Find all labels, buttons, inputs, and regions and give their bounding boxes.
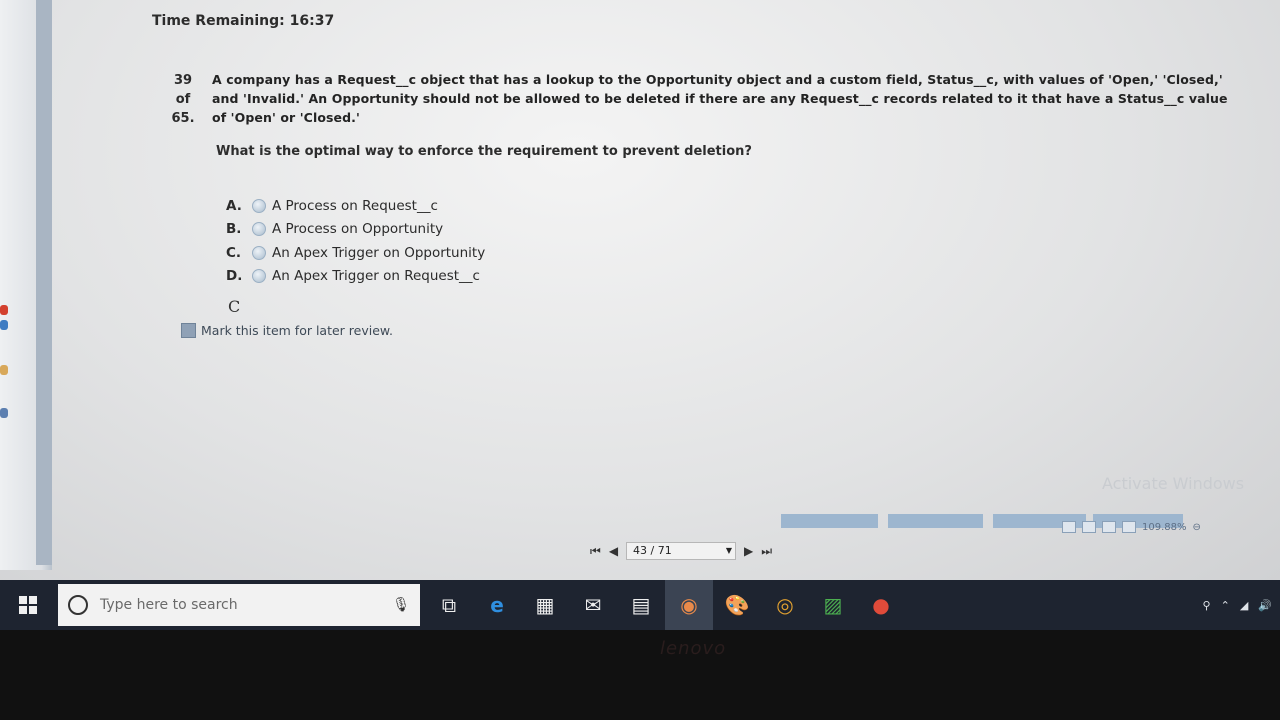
answer-options: A. A Process on Request__c B. A Process … [226, 194, 485, 288]
system-tray: ⚲ ⌃ ◢ 🔊 [1203, 580, 1272, 630]
mail-icon[interactable]: ✉ [569, 580, 617, 630]
option-label: A Process on Opportunity [272, 221, 444, 238]
left-side-panel [0, 0, 52, 570]
network-icon[interactable]: ◢ [1240, 599, 1248, 612]
chevron-up-icon[interactable]: ⌃ [1221, 599, 1230, 612]
answer-note: C [228, 297, 241, 316]
question-number: 39 of 65. [171, 73, 195, 126]
zoom-level: 109.88% [1142, 521, 1187, 533]
people-icon[interactable]: ⚲ [1203, 599, 1211, 612]
question-line: A company has a Request__c object that h… [212, 72, 1223, 87]
next-page-icon[interactable]: ▶ [744, 544, 753, 558]
option-letter: A. [226, 197, 242, 214]
chrome-icon[interactable]: ● [857, 580, 905, 630]
option-label: An Apex Trigger on Request__c [272, 268, 480, 285]
mark-for-review[interactable]: Mark this item for later review. [181, 323, 393, 338]
windows-logo-icon [19, 596, 37, 614]
view-double-icon[interactable] [1082, 521, 1096, 533]
screen: Time Remaining: 16:37 39 of 65. A compan… [0, 0, 1280, 600]
question-prompt: What is the optimal way to enforce the r… [216, 144, 752, 159]
page-navigator: ⏮ ◀ 43 / 71 ▼ ▶ ⏭ [590, 542, 772, 560]
laptop-bezel: lenovo [0, 630, 1280, 720]
option-a[interactable]: A. A Process on Request__c [226, 194, 485, 218]
last-page-icon[interactable]: ⏭ [761, 544, 772, 559]
first-page-icon[interactable]: ⏮ [590, 544, 601, 559]
side-marker-icon [0, 305, 8, 315]
start-button[interactable] [0, 580, 56, 630]
prev-page-icon[interactable]: ◀ [609, 544, 618, 558]
option-letter: C. [226, 244, 242, 261]
cortana-icon [68, 595, 88, 615]
radio-button-icon[interactable] [252, 222, 266, 237]
media-icon[interactable]: ◎ [761, 580, 809, 630]
question-line: and 'Invalid.' An Opportunity should not… [212, 91, 1228, 106]
search-placeholder: Type here to search [100, 597, 238, 613]
activate-windows-watermark: Activate Windows [1102, 474, 1245, 493]
radio-button-icon[interactable] [252, 245, 266, 260]
option-label: A Process on Request__c [272, 197, 438, 214]
chart-app-icon[interactable]: ▨ [809, 580, 857, 630]
paint-icon[interactable]: 🎨 [713, 580, 761, 630]
mark-review-label: Mark this item for later review. [201, 323, 393, 338]
side-marker-icon [0, 320, 8, 330]
brand-logo: lenovo [660, 638, 727, 659]
option-d[interactable]: D. An Apex Trigger on Request__c [226, 265, 485, 289]
page-select[interactable]: 43 / 71 ▼ [626, 542, 737, 560]
side-marker-icon [0, 365, 8, 375]
option-b[interactable]: B. A Process on Opportunity [226, 218, 485, 242]
option-label: An Apex Trigger on Opportunity [272, 244, 486, 261]
side-marker-icon [0, 408, 8, 418]
volume-icon[interactable]: 🔊 [1258, 599, 1272, 612]
nav-button[interactable] [888, 514, 983, 528]
radio-button-icon[interactable] [252, 269, 266, 284]
checkbox-icon[interactable] [181, 323, 196, 338]
exam-app-icon[interactable]: ◉ [665, 580, 713, 630]
view-single-icon[interactable] [1062, 521, 1076, 533]
taskbar: Type here to search 🎙 ⧉ e ▦ ✉ ▤ ◉ 🎨 ◎ ▨ … [0, 580, 1280, 630]
option-letter: B. [226, 221, 242, 238]
pinned-apps: ⧉ e ▦ ✉ ▤ ◉ 🎨 ◎ ▨ ● [425, 580, 905, 630]
edge-icon[interactable]: e [473, 580, 521, 630]
nav-button[interactable] [781, 514, 878, 528]
zoom-out-icon[interactable]: ⊖ [1193, 522, 1201, 533]
question-line: of 'Open' or 'Closed.' [212, 110, 360, 125]
taskbar-search[interactable]: Type here to search 🎙 [58, 584, 420, 626]
view-scroll-icon[interactable] [1122, 521, 1136, 533]
view-grid-icon[interactable] [1102, 521, 1116, 533]
question-text: A company has a Request__c object that h… [212, 70, 1232, 127]
photos-icon[interactable]: ▦ [521, 580, 569, 630]
task-view-icon[interactable]: ⧉ [425, 580, 473, 630]
option-letter: D. [226, 268, 243, 285]
view-controls: 109.88% ⊖ [1062, 521, 1201, 533]
calculator-icon[interactable]: ▤ [617, 580, 665, 630]
microphone-icon[interactable]: 🎙 [392, 597, 410, 613]
chevron-down-icon: ▼ [725, 546, 733, 555]
radio-button-icon[interactable] [252, 198, 266, 213]
time-remaining: Time Remaining: 16:37 [152, 13, 335, 29]
option-c[interactable]: C. An Apex Trigger on Opportunity [226, 241, 485, 265]
left-scrollbar[interactable] [36, 0, 52, 565]
